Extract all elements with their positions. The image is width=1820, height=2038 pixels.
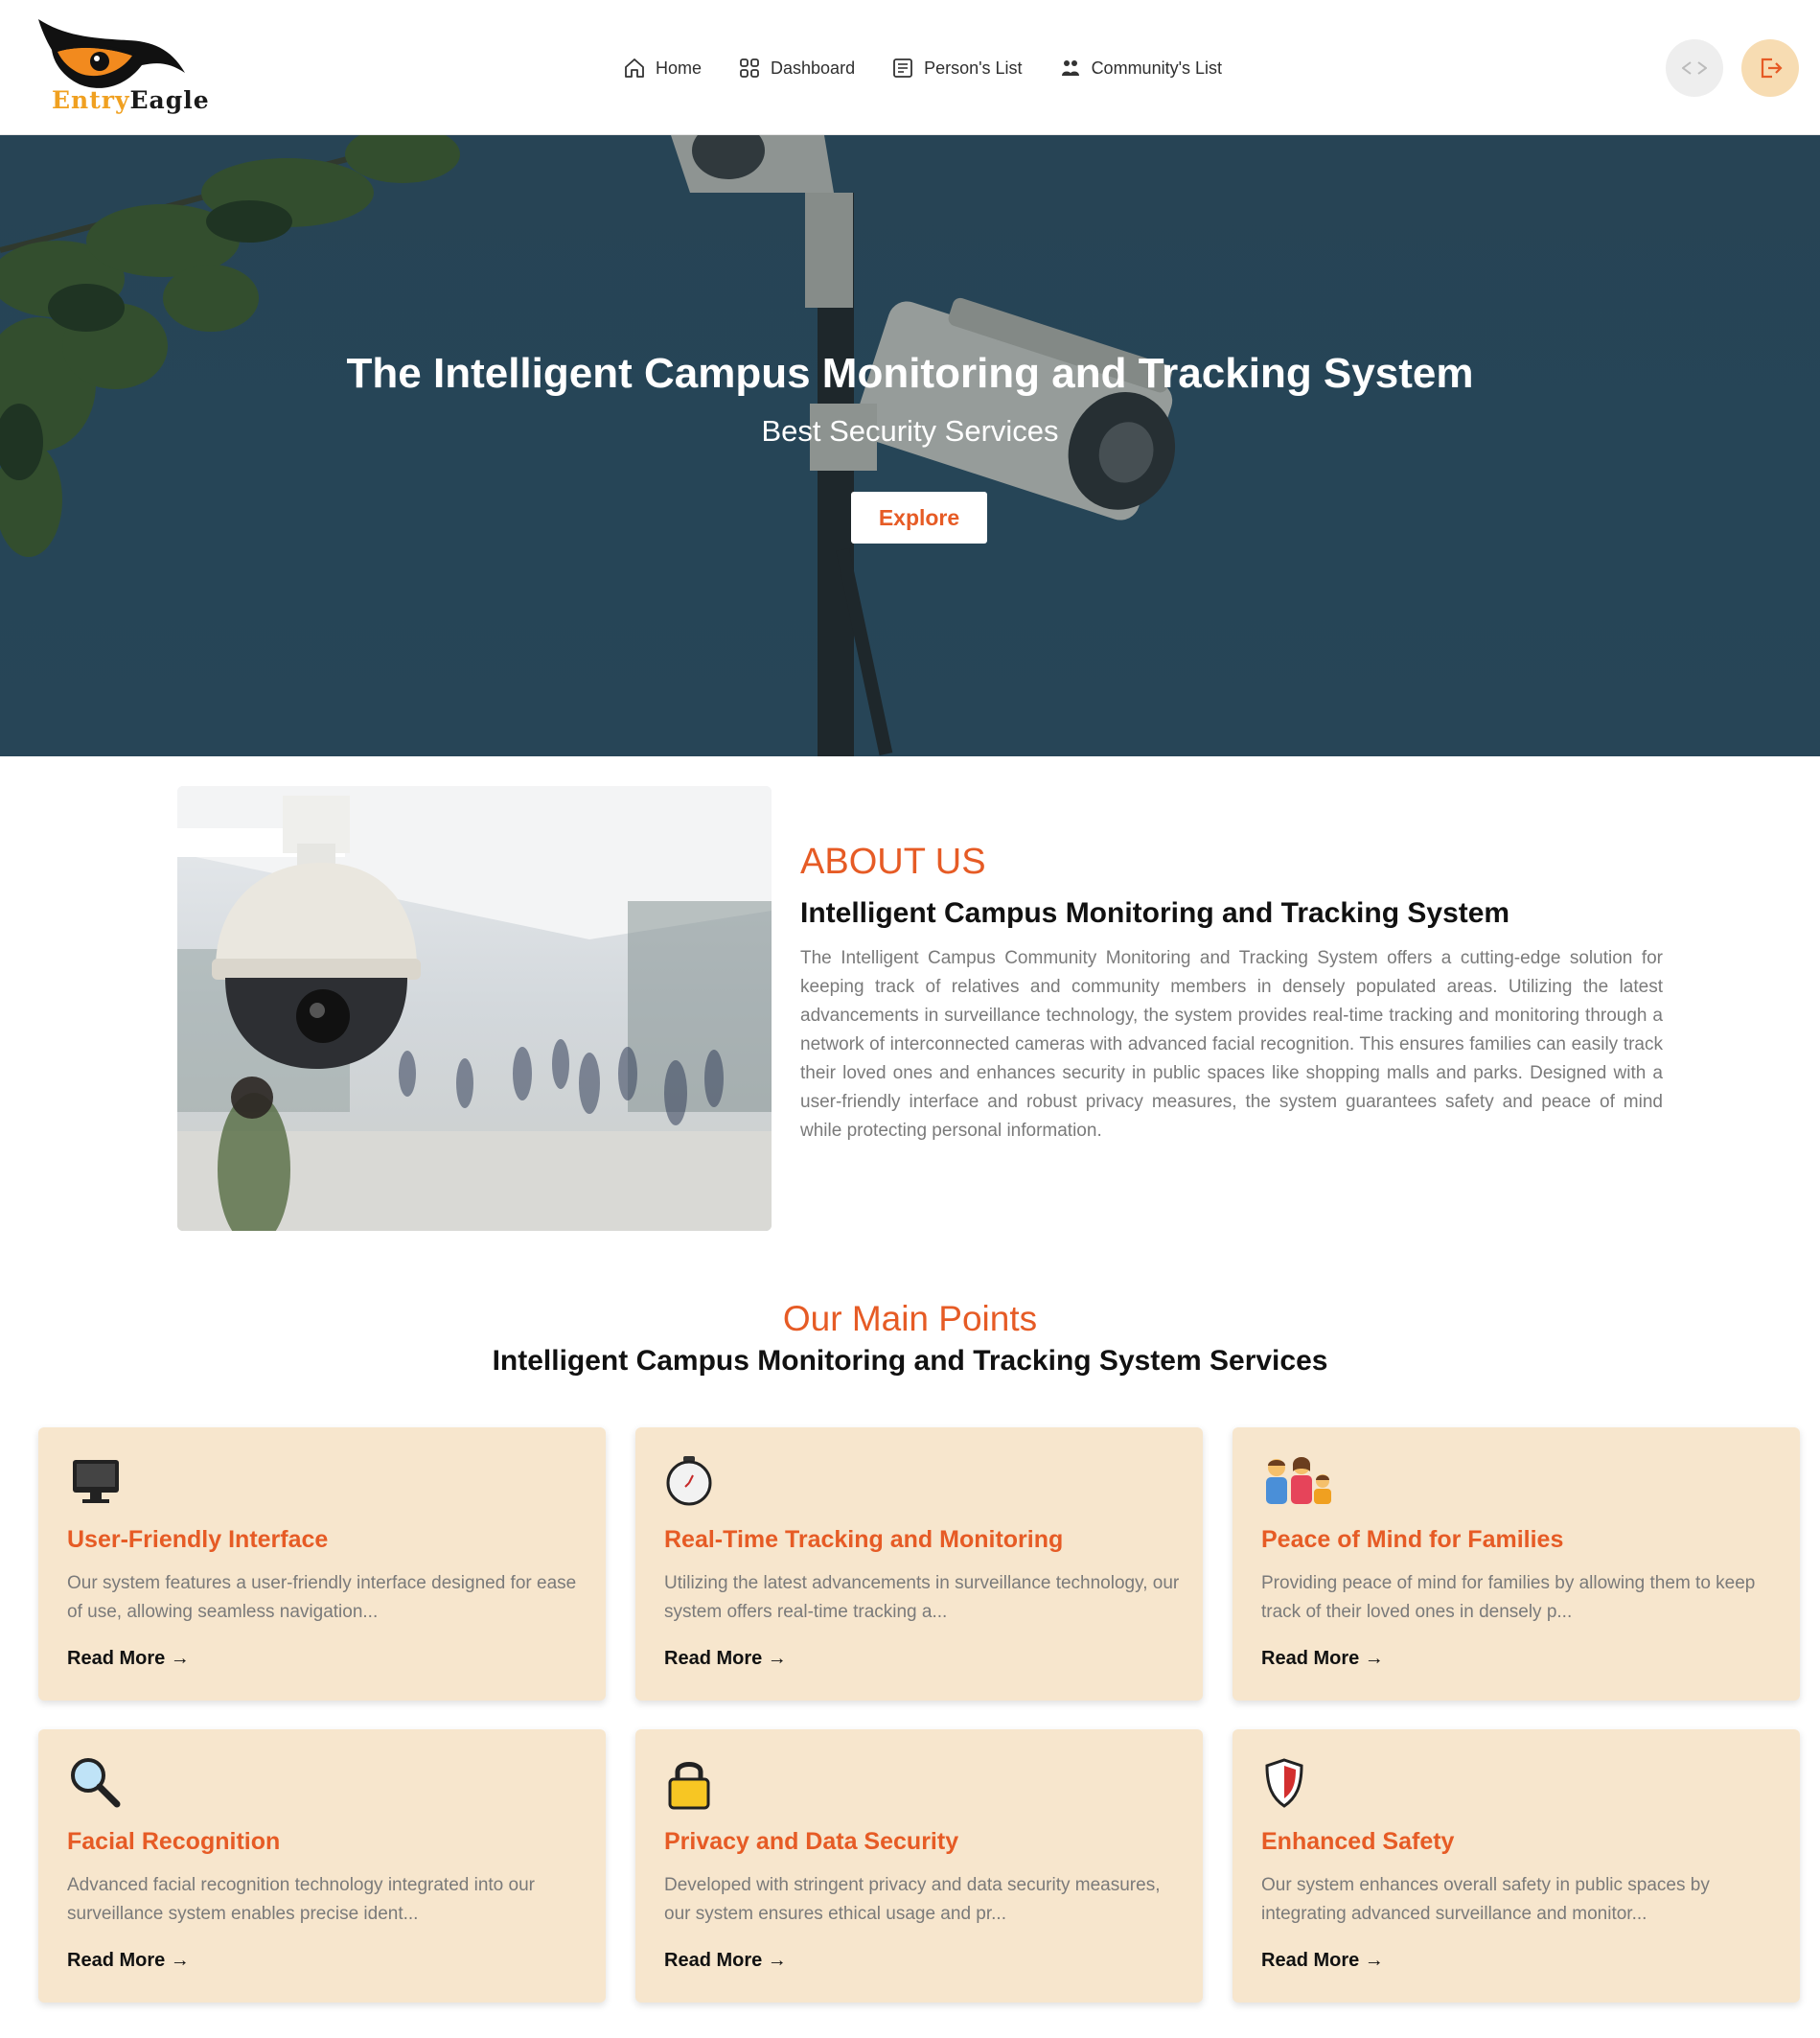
card-enhanced-safety: Enhanced Safety Our system enhances over… [1233, 1729, 1800, 2003]
theme-toggle-button[interactable] [1666, 39, 1723, 97]
card-real-time-tracking: Real-Time Tracking and Monitoring Utiliz… [635, 1427, 1203, 1701]
eagle-eye-icon [38, 19, 185, 88]
nav-persons-list[interactable]: Person's List [891, 57, 1023, 80]
hero-subtitle: Best Security Services [761, 414, 1059, 448]
card-title: Enhanced Safety [1261, 1828, 1455, 1855]
card-title: Facial Recognition [67, 1828, 281, 1855]
card-text: Utilizing the latest advancements in sur… [664, 1573, 1180, 1622]
read-more-link[interactable]: Read More → [664, 1648, 787, 1670]
nav-home[interactable]: Home [623, 57, 702, 80]
hero-title: The Intelligent Campus Monitoring and Tr… [346, 350, 1474, 397]
hero-banner: The Intelligent Campus Monitoring and Tr… [0, 135, 1820, 756]
card-facial-recognition: Facial Recognition Advanced facial recog… [38, 1729, 606, 2003]
lock-icon [668, 1762, 710, 1810]
about-eyebrow: ABOUT US [800, 842, 986, 882]
stopwatch-icon [666, 1456, 712, 1506]
card-peace-of-mind: Peace of Mind for Families Providing pea… [1233, 1427, 1800, 1701]
card-title: Peace of Mind for Families [1261, 1526, 1564, 1553]
card-text: Advanced facial recognition technology i… [67, 1875, 535, 1924]
card-title: Real-Time Tracking and Monitoring [664, 1526, 1064, 1553]
card-title: Privacy and Data Security [664, 1828, 959, 1855]
explore-button[interactable]: Explore [851, 492, 987, 544]
community-icon [1061, 60, 1079, 76]
read-more-link[interactable]: Read More → [1261, 1950, 1384, 1972]
read-more-link[interactable]: Read More → [67, 1950, 190, 1972]
family-icon [1266, 1457, 1331, 1504]
about-title: Intelligent Campus Monitoring and Tracki… [800, 897, 1510, 929]
code-brackets-icon [1682, 61, 1707, 75]
card-text: Developed with stringent privacy and dat… [664, 1875, 1161, 1924]
list-icon [893, 58, 912, 78]
card-text: Our system features a user-friendly inte… [67, 1573, 577, 1622]
points-title: Intelligent Campus Monitoring and Tracki… [492, 1345, 1328, 1377]
nav-community-list[interactable]: Community's List [1059, 57, 1222, 80]
dashboard-icon [740, 58, 759, 78]
magnifier-icon [71, 1758, 121, 1808]
points-eyebrow: Our Main Points [782, 1299, 1038, 1338]
about-cctv-image [177, 786, 772, 1231]
nav-dashboard[interactable]: Dashboard [738, 57, 855, 80]
logout-button[interactable] [1741, 39, 1799, 97]
card-text: Providing peace of mind for families by … [1261, 1573, 1756, 1622]
nav-community-list-label: Community's List [1091, 58, 1223, 78]
shield-icon [1265, 1758, 1303, 1808]
nav-home-label: Home [656, 58, 703, 78]
monitor-icon [73, 1460, 119, 1503]
read-more-link[interactable]: Read More → [664, 1950, 787, 1972]
top-header: EntryEagle Home Dashboard Person's List … [0, 0, 1820, 135]
logo-wordmark: EntryEagle [52, 86, 210, 114]
home-icon [625, 58, 644, 78]
read-more-link[interactable]: Read More → [1261, 1648, 1384, 1670]
logout-icon [1761, 58, 1783, 79]
nav-persons-list-label: Person's List [924, 58, 1023, 78]
read-more-link[interactable]: Read More → [67, 1648, 190, 1670]
main-nav: Home Dashboard Person's List Community's… [623, 52, 1222, 84]
entry-eagle-logo[interactable]: EntryEagle [36, 17, 209, 118]
card-text: Our system enhances overall safety in pu… [1261, 1875, 1710, 1924]
about-description: The Intelligent Campus Community Monitor… [800, 948, 1663, 1141]
nav-dashboard-label: Dashboard [771, 58, 856, 78]
card-title: User-Friendly Interface [67, 1526, 329, 1553]
card-privacy-data-security: Privacy and Data Security Developed with… [635, 1729, 1203, 2003]
card-user-friendly-interface: User-Friendly Interface Our system featu… [38, 1427, 606, 1701]
